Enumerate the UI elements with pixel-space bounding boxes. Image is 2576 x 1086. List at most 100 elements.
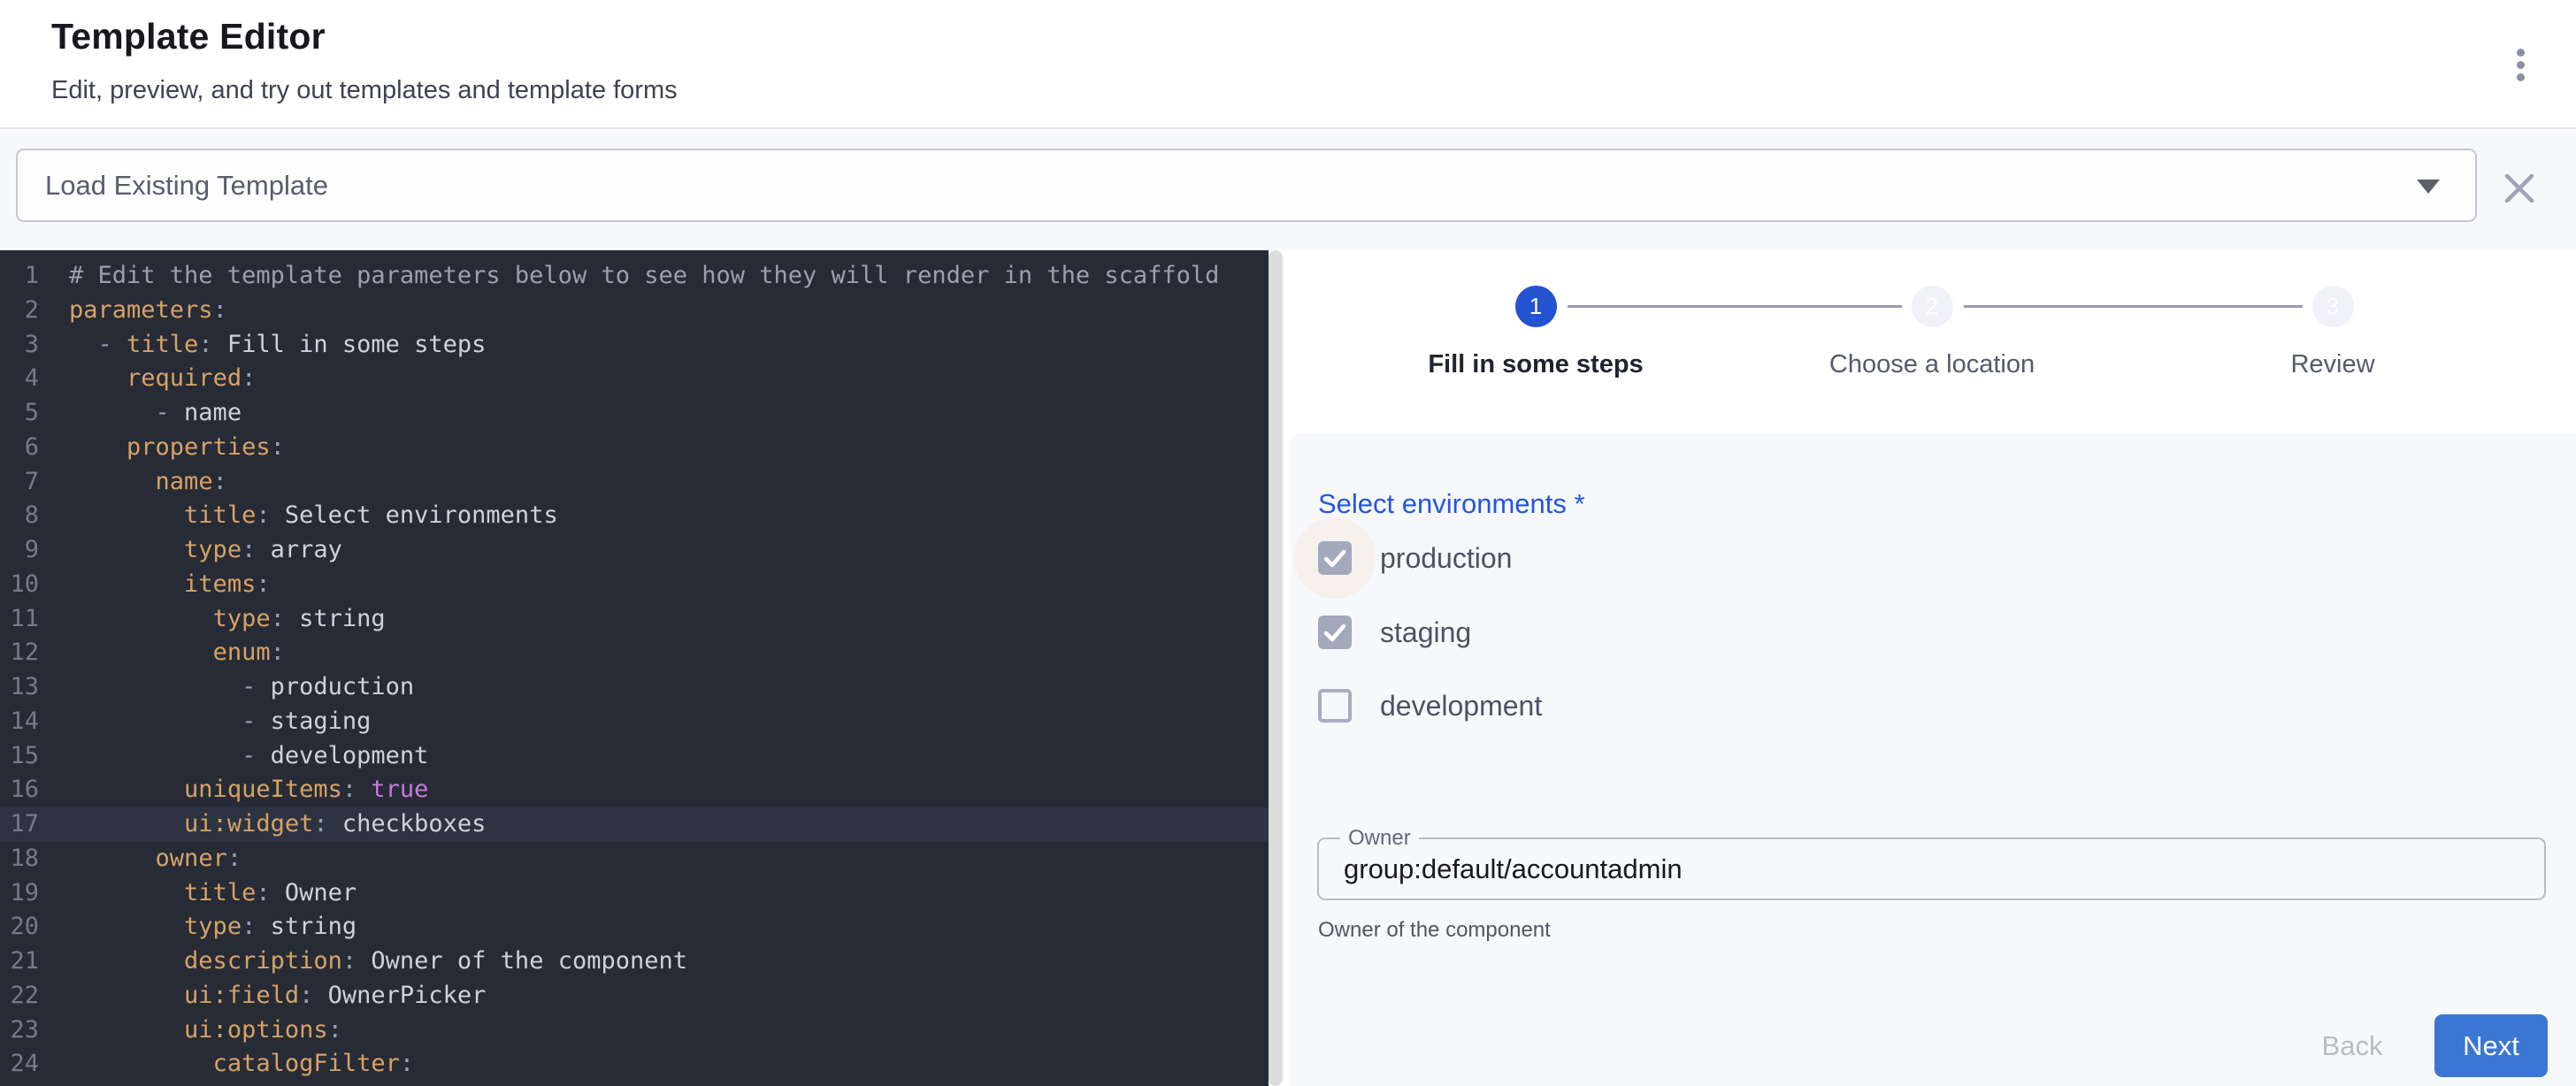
code-text: catalogFilter: <box>39 1047 414 1082</box>
code-line-6[interactable]: 6 properties: <box>0 431 1269 465</box>
checkbox-row-production[interactable]: production <box>1318 537 1512 579</box>
code-text: name: <box>39 465 227 500</box>
line-number: 19 <box>0 876 39 911</box>
checkbox-row-staging[interactable]: staging <box>1318 611 1471 654</box>
code-line-11[interactable]: 11 type: string <box>0 602 1269 637</box>
stepper-step-choose-a-location[interactable]: 2 Choose a location <box>1746 250 2118 379</box>
load-existing-template-select[interactable]: Load Existing Template <box>16 149 2477 222</box>
code-line-22[interactable]: 22 ui:field: OwnerPicker <box>0 979 1269 1013</box>
code-line-24[interactable]: 24 catalogFilter: <box>0 1047 1269 1082</box>
code-line-4[interactable]: 4 required: <box>0 362 1269 396</box>
code-line-13[interactable]: 13 - production <box>0 670 1269 705</box>
owner-input[interactable] <box>1344 839 2511 899</box>
editor-scrollbar[interactable] <box>1269 250 1283 1086</box>
code-line-15[interactable]: 15 - development <box>0 739 1269 774</box>
code-text: properties: <box>39 431 285 465</box>
checkbox-label[interactable]: staging <box>1380 616 1471 649</box>
back-button[interactable]: Back <box>2299 1014 2405 1077</box>
code-line-19[interactable]: 19 title: Owner <box>0 876 1269 911</box>
step-number-badge: 3 <box>2312 286 2354 327</box>
code-text: required: <box>39 362 256 396</box>
code-line-23[interactable]: 23 ui:options: <box>0 1013 1269 1048</box>
code-line-1[interactable]: 1# Edit the template parameters below to… <box>0 259 1269 294</box>
load-existing-template-label: Load Existing Template <box>45 170 328 202</box>
template-preview-panel: 1 Fill in some steps 2 Choose a location… <box>1283 250 2576 1086</box>
required-marker: * <box>1575 488 1585 519</box>
owner-helper-text: Owner of the component <box>1318 918 1551 943</box>
code-text: title: Owner <box>39 876 356 911</box>
checkbox-label[interactable]: development <box>1380 690 1542 723</box>
code-text: ui:widget: checkboxes <box>39 807 486 842</box>
code-text: - name <box>39 396 242 431</box>
stepper-step-review[interactable]: 3 Review <box>2147 250 2518 379</box>
checkbox-production[interactable] <box>1318 541 1352 575</box>
kebab-dot <box>2517 73 2525 81</box>
code-line-14[interactable]: 14 - staging <box>0 705 1269 739</box>
line-number: 18 <box>0 842 39 876</box>
code-line-21[interactable]: 21 description: Owner of the component <box>0 945 1269 979</box>
code-line-7[interactable]: 7 name: <box>0 465 1269 500</box>
field-label-text: Select environments <box>1318 488 1567 519</box>
code-text: ui:options: <box>39 1013 342 1048</box>
line-number: 14 <box>0 705 39 739</box>
code-text: title: Select environments <box>39 499 558 533</box>
code-text: - production <box>39 670 414 705</box>
checkbox-label[interactable]: production <box>1380 542 1512 575</box>
line-number: 20 <box>0 910 39 945</box>
code-line-20[interactable]: 20 type: string <box>0 910 1269 945</box>
code-line-5[interactable]: 5 - name <box>0 396 1269 431</box>
more-options-button[interactable] <box>2497 38 2543 91</box>
dropdown-arrow-icon <box>2417 180 2440 194</box>
close-icon <box>2504 173 2534 203</box>
line-number: 12 <box>0 636 39 670</box>
line-number: 8 <box>0 499 39 533</box>
line-number: 9 <box>0 533 39 568</box>
page-title: Template Editor <box>51 16 326 57</box>
line-number: 16 <box>0 773 39 807</box>
code-text: enum: <box>39 636 285 670</box>
template-loader-bar: Load Existing Template <box>0 131 2576 250</box>
line-number: 17 <box>0 807 39 842</box>
code-editor[interactable]: 1# Edit the template parameters below to… <box>0 250 1269 1086</box>
code-text: parameters: <box>39 294 227 328</box>
line-number: 4 <box>0 362 39 396</box>
checkbox-box <box>1318 689 1352 723</box>
select-environments-label: Select environments * <box>1318 488 1585 520</box>
code-line-18[interactable]: 18 owner: <box>0 842 1269 876</box>
checkbox-staging[interactable] <box>1318 616 1352 649</box>
code-line-12[interactable]: 12 enum: <box>0 636 1269 670</box>
line-number: 15 <box>0 739 39 774</box>
code-text: owner: <box>39 842 242 876</box>
step-label: Fill in some steps <box>1350 350 1721 379</box>
page-subtitle: Edit, preview, and try out templates and… <box>51 76 678 105</box>
line-number: 2 <box>0 294 39 328</box>
kebab-dot <box>2517 61 2525 69</box>
code-line-3[interactable]: 3 - title: Fill in some steps <box>0 328 1269 363</box>
line-number: 24 <box>0 1047 39 1082</box>
code-line-17[interactable]: 17 ui:widget: checkboxes <box>0 807 1269 842</box>
code-line-16[interactable]: 16 uniqueItems: true <box>0 773 1269 807</box>
line-number: 5 <box>0 396 39 431</box>
checkmark-icon <box>1318 616 1352 649</box>
line-number: 11 <box>0 602 39 637</box>
checkbox-development[interactable] <box>1318 689 1352 723</box>
code-line-10[interactable]: 10 items: <box>0 568 1269 602</box>
owner-field: Owner <box>1317 837 2546 900</box>
line-number: 22 <box>0 979 39 1013</box>
page-header: Template Editor Edit, preview, and try o… <box>0 0 2576 129</box>
step-label: Choose a location <box>1746 350 2118 379</box>
code-line-8[interactable]: 8 title: Select environments <box>0 499 1269 533</box>
line-number: 1 <box>0 259 39 294</box>
checkbox-row-development[interactable]: development <box>1318 684 1542 727</box>
code-text: uniqueItems: true <box>39 773 428 807</box>
checkmark-icon <box>1318 541 1352 575</box>
code-text: type: array <box>39 533 342 568</box>
form-paper: Select environments * production staging <box>1291 433 2576 1086</box>
stepper-step-fill-in-some-steps[interactable]: 1 Fill in some steps <box>1350 250 1721 379</box>
code-line-9[interactable]: 9 type: array <box>0 533 1269 568</box>
next-button[interactable]: Next <box>2434 1014 2548 1077</box>
close-button[interactable] <box>2493 162 2546 215</box>
line-number: 21 <box>0 945 39 979</box>
code-line-2[interactable]: 2parameters: <box>0 294 1269 328</box>
code-text: - development <box>39 739 428 774</box>
